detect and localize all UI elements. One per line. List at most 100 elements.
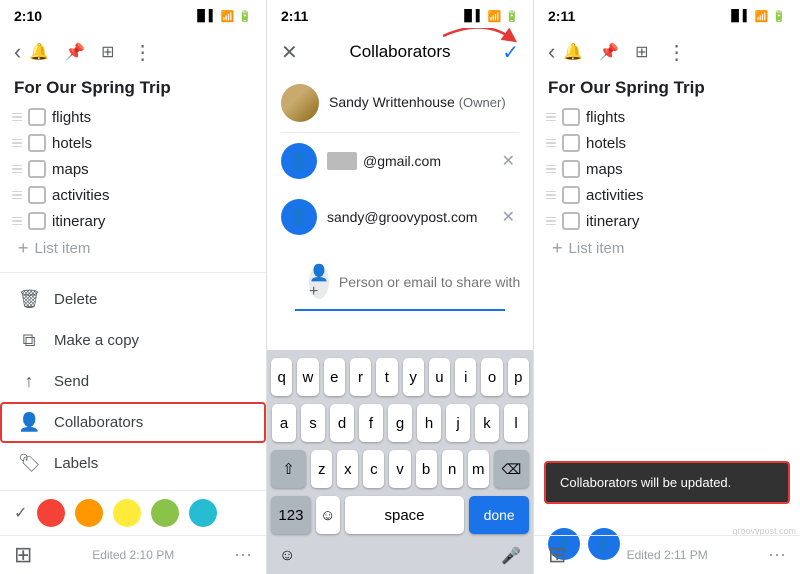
key-emoji[interactable]: ☺ — [316, 496, 340, 534]
collab-confirm-button[interactable]: ✓ — [498, 36, 523, 69]
key-l[interactable]: l — [504, 404, 528, 442]
copy-menu-item[interactable]: ⧉ Make a copy — [0, 320, 266, 361]
key-t[interactable]: t — [376, 358, 397, 396]
right-add-list-item[interactable]: + List item — [540, 234, 794, 263]
key-x[interactable]: x — [337, 450, 358, 488]
add-person-row: 👤+ — [295, 255, 505, 311]
key-space[interactable]: space — [345, 496, 465, 534]
key-r[interactable]: r — [350, 358, 371, 396]
right-checkbox-activities[interactable] — [562, 186, 580, 204]
remove-user2-button[interactable]: ✕ — [498, 203, 519, 231]
key-c[interactable]: c — [363, 450, 384, 488]
checkbox-activities[interactable] — [28, 186, 46, 204]
back-button[interactable]: ‹ — [10, 35, 25, 69]
key-y[interactable]: y — [403, 358, 424, 396]
list-item: activities — [540, 182, 794, 208]
key-f[interactable]: f — [359, 404, 383, 442]
bottom-menu: 🗑 Delete ⧉ Make a copy ↑ Send 👤 Collabor… — [0, 272, 266, 490]
key-p[interactable]: p — [508, 358, 529, 396]
key-u[interactable]: u — [429, 358, 450, 396]
send-menu-item[interactable]: ↑ Send — [0, 361, 266, 402]
checkbox-maps[interactable] — [28, 160, 46, 178]
key-h[interactable]: h — [417, 404, 441, 442]
right-add-item-label: List item — [569, 240, 625, 257]
color-orange[interactable] — [75, 499, 103, 527]
key-i[interactable]: i — [455, 358, 476, 396]
key-m[interactable]: m — [468, 450, 489, 488]
key-done[interactable]: done — [469, 496, 529, 534]
close-button[interactable]: ✕ — [277, 36, 302, 69]
bell-icon[interactable]: 🔔 — [25, 38, 53, 66]
send-label: Send — [54, 373, 89, 390]
virtual-keyboard: q w e r t y u i o p a s d f g h j k l — [267, 350, 533, 574]
right-footer-dots-icon[interactable]: ⋯ — [768, 545, 786, 566]
middle-status-bar: 2:11 ▐▌▌ 📶 🔋 — [267, 0, 533, 30]
keyboard-row-2: a s d f g h j k l — [271, 404, 529, 442]
trash-icon: 🗑 — [18, 289, 40, 310]
remove-user1-button[interactable]: ✕ — [498, 147, 519, 175]
key-v[interactable]: v — [389, 450, 410, 488]
right-bell-icon[interactable]: 🔔 — [559, 38, 587, 66]
list-item: itinerary — [540, 208, 794, 234]
pin-icon[interactable]: 📌 — [61, 38, 89, 66]
labels-menu-item[interactable]: 🏷 Labels — [0, 443, 266, 484]
checkbox-hotels[interactable] — [28, 134, 46, 152]
right-add-box-icon[interactable]: ⊞ — [631, 38, 652, 66]
drag-handle — [12, 113, 22, 122]
key-w[interactable]: w — [297, 358, 318, 396]
checkbox-itinerary[interactable] — [28, 212, 46, 230]
drag-handle — [546, 191, 556, 200]
list-item: hotels — [6, 130, 260, 156]
list-item: hotels — [540, 130, 794, 156]
collab-snackbar: Collaborators will be updated. — [544, 461, 790, 504]
collaborators-menu-item[interactable]: 👤 Collaborators — [0, 402, 266, 443]
key-b[interactable]: b — [416, 450, 437, 488]
right-checkbox-itinerary[interactable] — [562, 212, 580, 230]
right-item-maps: maps — [586, 161, 623, 178]
key-o[interactable]: o — [481, 358, 502, 396]
collaborators-icon: 👤 — [18, 412, 40, 433]
right-checkbox-maps[interactable] — [562, 160, 580, 178]
right-back-button[interactable]: ‹ — [544, 35, 559, 69]
right-pin-icon[interactable]: 📌 — [595, 38, 623, 66]
right-checkbox-hotels[interactable] — [562, 134, 580, 152]
emoji-icon[interactable]: ☺ — [279, 547, 295, 565]
key-k[interactable]: k — [475, 404, 499, 442]
snackbar-text: Collaborators will be updated. — [560, 475, 731, 490]
right-checkbox-flights[interactable] — [562, 108, 580, 126]
color-yellow[interactable] — [113, 499, 141, 527]
add-person-input[interactable] — [339, 274, 520, 290]
user2-avatar: 👤 — [281, 199, 317, 235]
right-panel: 2:11 ▐▌▌ 📶 🔋 ‹ 🔔 📌 ⊞ ⋮ For Our Spring Tr… — [534, 0, 800, 574]
color-teal[interactable] — [189, 499, 217, 527]
key-s[interactable]: s — [301, 404, 325, 442]
key-j[interactable]: j — [446, 404, 470, 442]
key-q[interactable]: q — [271, 358, 292, 396]
add-list-item[interactable]: + List item — [6, 234, 260, 263]
key-e[interactable]: e — [324, 358, 345, 396]
key-123[interactable]: 123 — [271, 496, 311, 534]
right-more-options-button[interactable]: ⋮ — [661, 38, 693, 67]
color-red[interactable] — [37, 499, 65, 527]
key-n[interactable]: n — [442, 450, 463, 488]
footer-add-icon[interactable]: ⊞ — [14, 542, 32, 568]
battery-icon: 🔋 — [238, 10, 252, 23]
battery-icon: 🔋 — [505, 10, 519, 23]
checkbox-flights[interactable] — [28, 108, 46, 126]
key-shift[interactable]: ⇧ — [271, 450, 306, 488]
delete-menu-item[interactable]: 🗑 Delete — [0, 279, 266, 320]
add-box-icon[interactable]: ⊞ — [97, 38, 118, 66]
add-person-container: 👤+ — [267, 245, 533, 321]
key-backspace[interactable]: ⌫ — [494, 450, 529, 488]
right-footer-add-icon[interactable]: ⊞ — [548, 542, 566, 568]
key-d[interactable]: d — [330, 404, 354, 442]
key-z[interactable]: z — [311, 450, 332, 488]
right-top-nav: ‹ 🔔 📌 ⊞ ⋮ — [534, 30, 800, 74]
more-options-button[interactable]: ⋮ — [127, 38, 159, 67]
user2-email-text: sandy@groovypost.com — [327, 209, 477, 225]
key-a[interactable]: a — [272, 404, 296, 442]
color-green[interactable] — [151, 499, 179, 527]
microphone-icon[interactable]: 🎤 — [501, 546, 521, 566]
footer-dots-icon[interactable]: ⋯ — [234, 545, 252, 566]
key-g[interactable]: g — [388, 404, 412, 442]
